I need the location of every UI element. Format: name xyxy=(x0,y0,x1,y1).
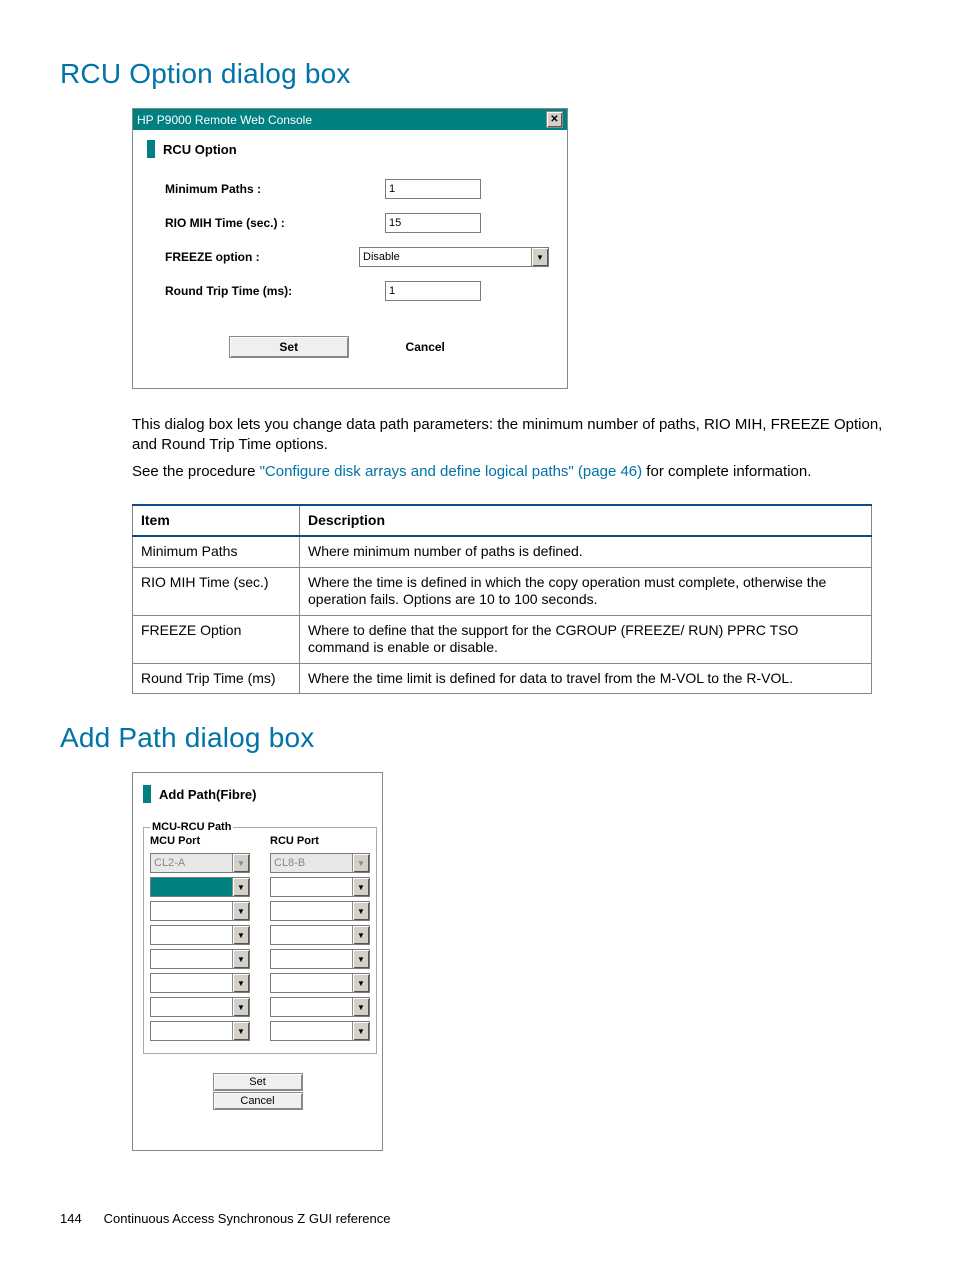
chevron-down-icon xyxy=(232,974,249,992)
table-row: Round Trip Time (ms) Where the time limi… xyxy=(133,663,872,694)
mcu-port-select-3[interactable] xyxy=(150,901,250,921)
mcu-port-select-6[interactable] xyxy=(150,973,250,993)
chevron-down-icon xyxy=(352,878,369,896)
rcu-option-fields-table: Item Description Minimum Paths Where min… xyxy=(132,504,872,695)
rcu-port-select-7[interactable] xyxy=(270,997,370,1017)
chevron-down-icon xyxy=(232,950,249,968)
set-button[interactable]: Set xyxy=(229,336,349,358)
mcu-port-select-1: CL2-A xyxy=(150,853,250,873)
panel-heading: RCU Option xyxy=(133,130,567,168)
rcu-port-select-3[interactable] xyxy=(270,901,370,921)
minimum-paths-label: Minimum Paths : xyxy=(165,182,385,196)
window-titlebar: HP P9000 Remote Web Console ✕ xyxy=(133,109,567,130)
rio-mih-input[interactable] xyxy=(385,213,481,233)
chevron-down-icon xyxy=(352,926,369,944)
rio-mih-label: RIO MIH Time (sec.) : xyxy=(165,216,385,230)
paragraph-seealso: See the procedure "Configure disk arrays… xyxy=(132,462,894,482)
cell-item: RIO MIH Time (sec.) xyxy=(133,567,300,615)
col-header-description: Description xyxy=(300,505,872,537)
cancel-button[interactable]: Cancel xyxy=(213,1092,303,1110)
panel-marker-icon xyxy=(147,140,155,158)
panel-marker-icon xyxy=(143,785,151,803)
cell-desc: Where to define that the support for the… xyxy=(300,615,872,663)
select-value: CL2-A xyxy=(151,857,232,869)
page-number: 144 xyxy=(60,1211,100,1226)
add-path-dialog: Add Path(Fibre) MCU-RCU Path MCU Port CL… xyxy=(132,772,383,1151)
cell-item: Minimum Paths xyxy=(133,536,300,567)
cell-item: Round Trip Time (ms) xyxy=(133,663,300,694)
chevron-down-icon xyxy=(352,950,369,968)
rcu-port-select-1: CL8-B xyxy=(270,853,370,873)
col-header-item: Item xyxy=(133,505,300,537)
rcu-port-select-2[interactable] xyxy=(270,877,370,897)
freeze-option-select[interactable]: Disable xyxy=(359,247,549,267)
paragraph-intro: This dialog box lets you change data pat… xyxy=(132,415,894,454)
rcu-port-select-5[interactable] xyxy=(270,949,370,969)
chevron-down-icon xyxy=(352,998,369,1016)
set-button[interactable]: Set xyxy=(213,1073,303,1091)
mcu-port-select-4[interactable] xyxy=(150,925,250,945)
mcu-port-select-7[interactable] xyxy=(150,997,250,1017)
rcu-port-select-8[interactable] xyxy=(270,1021,370,1041)
cell-desc: Where the time is defined in which the c… xyxy=(300,567,872,615)
chevron-down-icon xyxy=(232,998,249,1016)
mcu-port-select-5[interactable] xyxy=(150,949,250,969)
freeze-option-value: Disable xyxy=(363,251,400,263)
chevron-down-icon xyxy=(352,974,369,992)
mcu-port-select-2[interactable] xyxy=(150,877,250,897)
chapter-title: Continuous Access Synchronous Z GUI refe… xyxy=(104,1211,391,1226)
cell-item: FREEZE Option xyxy=(133,615,300,663)
chevron-down-icon xyxy=(352,1022,369,1040)
chevron-down-icon xyxy=(352,902,369,920)
link-configure-disk-arrays[interactable]: "Configure disk arrays and define logica… xyxy=(260,463,643,480)
rtt-label: Round Trip Time (ms): xyxy=(165,284,385,298)
chevron-down-icon xyxy=(232,902,249,920)
cell-desc: Where minimum number of paths is defined… xyxy=(300,536,872,567)
select-value: CL8-B xyxy=(271,857,352,869)
freeze-option-label: FREEZE option : xyxy=(165,250,359,264)
panel-title: RCU Option xyxy=(163,142,237,157)
mcu-port-column-label: MCU Port xyxy=(150,835,250,847)
heading-rcu-option: RCU Option dialog box xyxy=(60,58,894,90)
page-footer: 144 Continuous Access Synchronous Z GUI … xyxy=(60,1211,894,1226)
mcu-port-select-8[interactable] xyxy=(150,1021,250,1041)
close-icon[interactable]: ✕ xyxy=(546,111,563,128)
table-row: RIO MIH Time (sec.) Where the time is de… xyxy=(133,567,872,615)
rcu-port-column-label: RCU Port xyxy=(270,835,370,847)
minimum-paths-input[interactable] xyxy=(385,179,481,199)
rcu-port-select-6[interactable] xyxy=(270,973,370,993)
chevron-down-icon xyxy=(232,926,249,944)
rtt-input[interactable] xyxy=(385,281,481,301)
chevron-down-icon xyxy=(232,1022,249,1040)
fieldset-legend: MCU-RCU Path xyxy=(150,821,233,833)
text-fragment: for complete information. xyxy=(642,463,811,480)
select-value xyxy=(151,878,232,896)
table-row: FREEZE Option Where to define that the s… xyxy=(133,615,872,663)
mcu-rcu-path-fieldset: MCU-RCU Path MCU Port CL2-A RCU Port CL8… xyxy=(143,821,377,1054)
heading-add-path: Add Path dialog box xyxy=(60,722,894,754)
text-fragment: See the procedure xyxy=(132,463,260,480)
chevron-down-icon xyxy=(232,854,249,872)
cell-desc: Where the time limit is defined for data… xyxy=(300,663,872,694)
chevron-down-icon xyxy=(232,878,249,896)
panel-title: Add Path(Fibre) xyxy=(159,787,257,802)
chevron-down-icon xyxy=(531,248,548,266)
cancel-button[interactable]: Cancel xyxy=(365,336,485,358)
rcu-option-dialog: HP P9000 Remote Web Console ✕ RCU Option… xyxy=(132,108,568,389)
table-row: Minimum Paths Where minimum number of pa… xyxy=(133,536,872,567)
window-title-text: HP P9000 Remote Web Console xyxy=(137,113,312,127)
chevron-down-icon xyxy=(352,854,369,872)
rcu-port-select-4[interactable] xyxy=(270,925,370,945)
